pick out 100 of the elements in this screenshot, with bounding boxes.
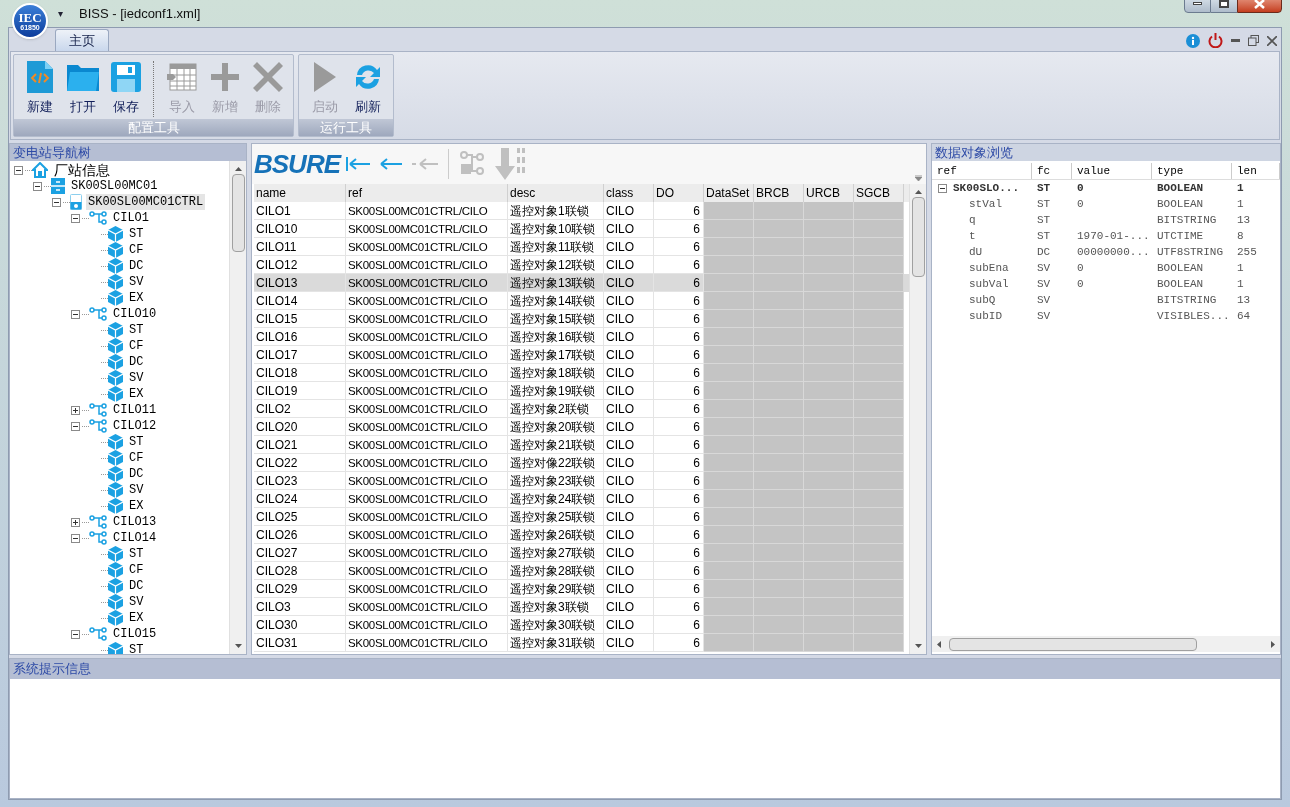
tree-item[interactable]: 厂站信息 (52, 162, 112, 178)
collapse-toggle[interactable] (14, 165, 23, 175)
restore-icon[interactable] (1248, 35, 1259, 46)
tree-item[interactable]: ST (127, 642, 146, 654)
table-cell: 8 (1237, 230, 1244, 242)
tree-item[interactable]: CF (127, 450, 146, 466)
cube-icon (108, 466, 123, 482)
table-cell: SV (1037, 262, 1051, 274)
collapse-toggle[interactable] (71, 629, 80, 639)
tree-item[interactable]: EX (127, 290, 146, 306)
scroll-right-icon[interactable] (1271, 640, 1275, 648)
table-cell-text: subEna (968, 261, 1009, 276)
scroll-thumb[interactable] (911, 197, 925, 277)
ribbon-button[interactable]: 刷新 (346, 58, 389, 118)
overflow-icon[interactable] (915, 175, 922, 181)
tree-item[interactable]: CILO13 (111, 514, 159, 530)
tree-item[interactable]: CILO14 (111, 530, 159, 546)
tree-item[interactable]: DC (127, 578, 146, 594)
column-header[interactable]: ref (932, 163, 1032, 179)
column-header[interactable]: value (1072, 163, 1152, 179)
table-cell: BOOLEAN (1157, 198, 1204, 210)
tree-item[interactable]: SK00SL00MC01 (69, 178, 160, 194)
power-icon[interactable] (1208, 33, 1223, 48)
tree-item[interactable]: SV (127, 370, 146, 386)
tree-item[interactable]: EX (127, 386, 146, 402)
collapse-toggle[interactable] (938, 183, 947, 193)
expand-toggle[interactable] (71, 517, 80, 527)
first-arrow-icon[interactable] (346, 157, 370, 171)
collapse-toggle[interactable] (71, 213, 80, 223)
column-header[interactable]: len (1232, 163, 1280, 179)
table-cell: 1 (1237, 198, 1244, 210)
tree-item[interactable]: DC (127, 258, 146, 274)
table-cell: CILO31 (254, 634, 346, 652)
table-cell: 遥控对象31联锁 (508, 634, 604, 652)
node-link-icon (89, 403, 107, 417)
scroll-thumb[interactable] (231, 174, 245, 252)
table-cell-text: subID (968, 309, 1002, 324)
table-row[interactable]: CILO13 SK00SL00MC01CTRL/CILO 遥控对象13联锁 CILO 6 (254, 274, 909, 292)
scroll-left-icon[interactable] (937, 640, 941, 648)
quick-access-menu[interactable]: ▾ (58, 6, 63, 21)
table-cell: 00000000... (1077, 246, 1150, 258)
tree-item[interactable]: ST (127, 546, 146, 562)
left-arrow-icon[interactable] (380, 157, 402, 171)
plus-icon (210, 62, 239, 91)
tree-item[interactable]: CILO1 (111, 210, 151, 226)
horizontal-scrollbar[interactable] (932, 636, 1280, 652)
close-icon (1254, 0, 1265, 9)
panel-header: 数据对象浏览 (932, 144, 1280, 161)
tree-item[interactable]: SV (127, 274, 146, 290)
collapse-toggle[interactable] (71, 421, 80, 431)
cube-icon (108, 226, 123, 242)
tree-item[interactable]: ST (127, 434, 146, 450)
scrollbar[interactable] (909, 184, 926, 654)
code-file-icon (26, 60, 53, 93)
column-header[interactable]: fc (1032, 163, 1072, 179)
collapse-toggle[interactable] (33, 181, 42, 191)
collapse-toggle[interactable] (52, 197, 61, 207)
ribbon-button[interactable]: 保存 (104, 58, 147, 118)
scrollbar[interactable] (229, 161, 246, 654)
cube-icon (108, 594, 123, 610)
folder-icon (66, 62, 99, 91)
ribbon-button[interactable]: 打开 (61, 58, 104, 118)
tree-item[interactable]: ST (127, 226, 146, 242)
tree-item[interactable]: CILO11 (111, 402, 159, 418)
tree-item[interactable]: CF (127, 242, 146, 258)
scroll-up-icon[interactable] (914, 190, 922, 194)
collapse-toggle[interactable] (71, 309, 80, 319)
device-icon (70, 194, 82, 210)
expand-toggle[interactable] (71, 405, 80, 415)
info-icon[interactable] (1186, 33, 1200, 48)
tree-item[interactable]: EX (127, 498, 146, 514)
tree-item[interactable]: SV (127, 482, 146, 498)
table-cell: BOOLEAN (1157, 262, 1204, 274)
tree-item[interactable]: ST (127, 322, 146, 338)
scroll-down-icon[interactable] (914, 644, 922, 648)
tree-item[interactable]: CF (127, 562, 146, 578)
collapse-toggle[interactable] (71, 533, 80, 543)
table-cell: UTCTIME (1157, 230, 1204, 242)
tree-item[interactable]: DC (127, 466, 146, 482)
tree-item[interactable]: SK00SL00MC01CTRL (86, 194, 206, 210)
tree-item[interactable]: DC (127, 354, 146, 370)
tree-item[interactable]: EX (127, 610, 146, 626)
table-cell: ST (1037, 214, 1051, 226)
ribbon-button[interactable]: 新建 (18, 58, 61, 118)
tree-item[interactable]: CILO15 (111, 626, 159, 642)
node-link-icon (89, 531, 107, 545)
tree-item[interactable]: SV (127, 594, 146, 610)
server-icon (51, 178, 65, 194)
tree-item[interactable]: CILO12 (111, 418, 159, 434)
close-icon[interactable] (1267, 35, 1277, 46)
tree-item[interactable]: CF (127, 338, 146, 354)
scroll-thumb[interactable] (949, 637, 1197, 651)
column-header[interactable]: type (1152, 163, 1232, 179)
ribbon-tab[interactable]: 主页 (55, 29, 109, 51)
cross-icon (252, 61, 283, 92)
cube-icon (108, 322, 123, 338)
tree-item[interactable]: CILO10 (111, 306, 159, 322)
scroll-up-icon[interactable] (234, 167, 242, 171)
scroll-down-icon[interactable] (234, 644, 242, 648)
table-cell-text: q (968, 213, 976, 228)
